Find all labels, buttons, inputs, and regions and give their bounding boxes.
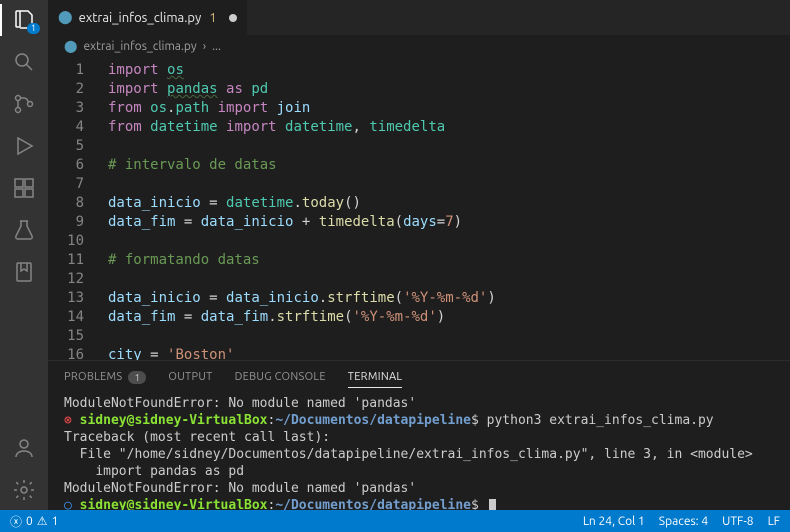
- panel-tabs: PROBLEMS 1 OUTPUT DEBUG CONSOLE TERMINAL: [48, 361, 790, 393]
- explorer-badge: 1: [27, 23, 40, 34]
- status-encoding[interactable]: UTF-8: [722, 515, 753, 528]
- run-debug-icon[interactable]: [12, 134, 36, 158]
- terminal[interactable]: ModuleNotFoundError: No module named 'pa…: [48, 393, 790, 510]
- chevron-right-icon: ›: [203, 40, 206, 53]
- tab-bar: ⬤ extrai_infos_clima.py 1: [48, 0, 790, 35]
- status-eol[interactable]: LF: [768, 515, 780, 528]
- explorer-icon[interactable]: 1: [12, 8, 36, 32]
- search-icon[interactable]: [12, 50, 36, 74]
- editor-tab[interactable]: ⬤ extrai_infos_clima.py 1: [48, 0, 248, 35]
- minimap[interactable]: [762, 57, 790, 360]
- tab-filename: extrai_infos_clima.py: [79, 11, 202, 25]
- python-file-icon: ⬤: [64, 39, 77, 53]
- terminal-cursor: [489, 499, 496, 511]
- error-icon: ⓧ: [10, 513, 22, 530]
- status-spaces[interactable]: Spaces: 4: [659, 515, 708, 528]
- bookmarks-icon[interactable]: [12, 260, 36, 284]
- source-control-icon[interactable]: [12, 92, 36, 116]
- line-number-gutter: 1 2 3 4 5 6 7 8 9 10 11 12 13 14 15 16: [48, 57, 96, 360]
- code-content[interactable]: import os import pandas as pd from os.pa…: [96, 57, 762, 360]
- status-errors[interactable]: ⓧ0 ⚠1: [10, 513, 58, 530]
- accounts-icon[interactable]: [12, 436, 36, 460]
- problems-badge: 1: [128, 371, 146, 384]
- dirty-indicator-icon: [229, 14, 237, 22]
- breadcrumb-file: extrai_infos_clima.py: [83, 40, 196, 53]
- code-editor[interactable]: 1 2 3 4 5 6 7 8 9 10 11 12 13 14 15 16 i…: [48, 57, 790, 360]
- status-bar: ⓧ0 ⚠1 Ln 24, Col 1 Spaces: 4 UTF-8 LF: [0, 510, 790, 532]
- activity-bar: 1: [0, 0, 48, 510]
- breadcrumb[interactable]: ⬤ extrai_infos_clima.py › ...: [48, 35, 790, 57]
- error-icon: ⊗: [64, 413, 80, 428]
- tab-debug-console[interactable]: DEBUG CONSOLE: [235, 371, 326, 383]
- tab-terminal[interactable]: TERMINAL: [348, 371, 403, 388]
- tab-mod-count: 1: [209, 11, 216, 25]
- bottom-panel: PROBLEMS 1 OUTPUT DEBUG CONSOLE TERMINAL…: [48, 360, 790, 510]
- extensions-icon[interactable]: [12, 176, 36, 200]
- breadcrumb-more: ...: [212, 40, 221, 53]
- python-file-icon: ⬤: [58, 10, 73, 25]
- tab-output[interactable]: OUTPUT: [168, 371, 212, 383]
- tab-problems[interactable]: PROBLEMS 1: [64, 371, 146, 384]
- warning-icon: ⚠: [37, 514, 48, 528]
- testing-icon[interactable]: [12, 218, 36, 242]
- settings-gear-icon[interactable]: [12, 478, 36, 502]
- status-line-col[interactable]: Ln 24, Col 1: [583, 515, 645, 528]
